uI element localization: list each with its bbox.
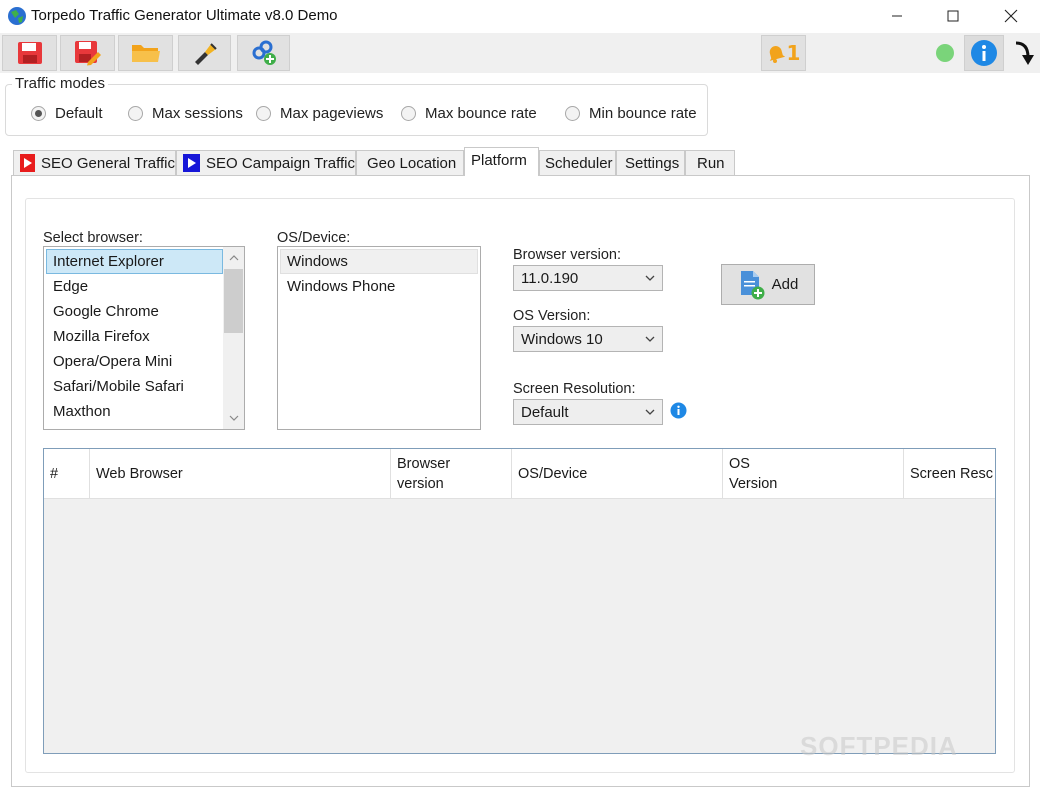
list-item[interactable]: Maxthon (46, 399, 223, 424)
notifications-button[interactable]: 1 (761, 35, 806, 71)
update-button[interactable] (1010, 38, 1038, 70)
info-button[interactable] (964, 35, 1004, 71)
flashlight-icon (194, 43, 217, 65)
open-folder-button[interactable] (118, 35, 173, 71)
radio-max-bounce-rate[interactable]: Max bounce rate (401, 105, 537, 122)
window-title: Torpedo Traffic Generator Ultimate v8.0 … (31, 7, 338, 24)
chevron-down-icon (638, 336, 662, 342)
screen-resolution-select[interactable]: Default (513, 399, 663, 425)
close-icon (1004, 9, 1018, 23)
minimize-icon (892, 15, 902, 17)
grid-header: # Web Browser Browser version OS/Device … (44, 449, 995, 499)
save-icon (17, 42, 42, 64)
radio-unchecked-icon (128, 106, 143, 121)
app-logo-icon (7, 6, 27, 26)
browser-scrollbar[interactable] (223, 247, 244, 429)
traffic-modes-title: Traffic modes (12, 75, 109, 92)
scroll-up-icon[interactable] (223, 247, 244, 269)
list-item[interactable]: Safari/Mobile Safari (46, 374, 223, 399)
radio-unchecked-icon (256, 106, 271, 121)
add-link-button[interactable] (237, 35, 290, 71)
minimize-button[interactable] (874, 0, 920, 32)
info-icon (971, 40, 997, 66)
tab-seo-general-traffic[interactable]: SEO General Traffic (13, 150, 176, 175)
tab-run[interactable]: Run (685, 150, 735, 175)
list-item[interactable]: Windows Phone (280, 274, 478, 299)
maximize-button[interactable] (930, 0, 976, 32)
tab-settings[interactable]: Settings (616, 150, 685, 175)
add-button[interactable]: Add (721, 264, 815, 305)
flashlight-button[interactable] (178, 35, 231, 71)
radio-min-bounce-rate[interactable]: Min bounce rate (565, 105, 697, 122)
radio-max-sessions[interactable]: Max sessions (128, 105, 243, 122)
tab-seo-campaign-traffic[interactable]: SEO Campaign Traffic (176, 150, 356, 175)
platform-grid[interactable]: # Web Browser Browser version OS/Device … (43, 448, 996, 754)
radio-default[interactable]: Default (31, 105, 103, 122)
column-header-os-version[interactable]: OS Version (723, 449, 904, 498)
scroll-thumb[interactable] (224, 269, 243, 333)
tab-scheduler[interactable]: Scheduler (539, 150, 616, 175)
tab-platform[interactable]: Platform (464, 147, 539, 176)
list-item[interactable]: Google Chrome (46, 299, 223, 324)
list-item[interactable]: Mozilla Firefox (46, 324, 223, 349)
column-header-web-browser[interactable]: Web Browser (90, 449, 391, 498)
status-indicator (936, 44, 954, 62)
column-header-browser-version[interactable]: Browser version (391, 449, 512, 498)
column-header-screen-resolution[interactable]: Screen Resc (904, 449, 995, 498)
maximize-icon (947, 10, 959, 22)
radio-unchecked-icon (565, 106, 580, 121)
tab-geo-location[interactable]: Geo Location (356, 150, 464, 175)
radio-unchecked-icon (401, 106, 416, 121)
radio-max-pageviews[interactable]: Max pageviews (256, 105, 383, 122)
play-icon (183, 154, 201, 172)
screen-resolution-label: Screen Resolution: (513, 381, 636, 397)
list-item[interactable]: Windows (280, 249, 478, 274)
add-document-icon (740, 270, 765, 299)
save-button[interactable] (2, 35, 57, 71)
chevron-down-icon (638, 409, 662, 415)
save-as-button[interactable] (60, 35, 115, 71)
list-item[interactable]: Internet Explorer (46, 249, 223, 274)
watermark: SOFTPEDIA (800, 731, 958, 761)
list-item[interactable]: Edge (46, 274, 223, 299)
arrow-down-icon (1015, 41, 1034, 65)
browser-label: Select browser: (43, 230, 143, 246)
os-device-listbox[interactable]: Windows Windows Phone (277, 246, 481, 430)
link-add-icon (252, 40, 276, 65)
open-folder-icon (131, 45, 160, 62)
resolution-info-icon[interactable] (670, 402, 687, 422)
browser-version-select[interactable]: 11.0.190 (513, 265, 663, 291)
column-header-number[interactable]: # (44, 449, 90, 498)
os-device-label: OS/Device: (277, 230, 351, 246)
scroll-down-icon[interactable] (223, 407, 244, 429)
bell-icon (769, 46, 785, 63)
notification-count: 1 (786, 41, 801, 65)
column-header-os-device[interactable]: OS/Device (512, 449, 723, 498)
browser-listbox[interactable]: Internet Explorer Edge Google Chrome Moz… (43, 246, 245, 430)
save-as-icon (74, 41, 101, 66)
os-version-select[interactable]: Windows 10 (513, 326, 663, 352)
browser-version-label: Browser version: (513, 247, 621, 263)
youtube-icon (20, 154, 36, 172)
os-version-label: OS Version: (513, 308, 591, 324)
radio-checked-icon (31, 106, 46, 121)
chevron-down-icon (638, 275, 662, 281)
close-button[interactable] (988, 0, 1034, 32)
list-item[interactable]: Opera/Opera Mini (46, 349, 223, 374)
